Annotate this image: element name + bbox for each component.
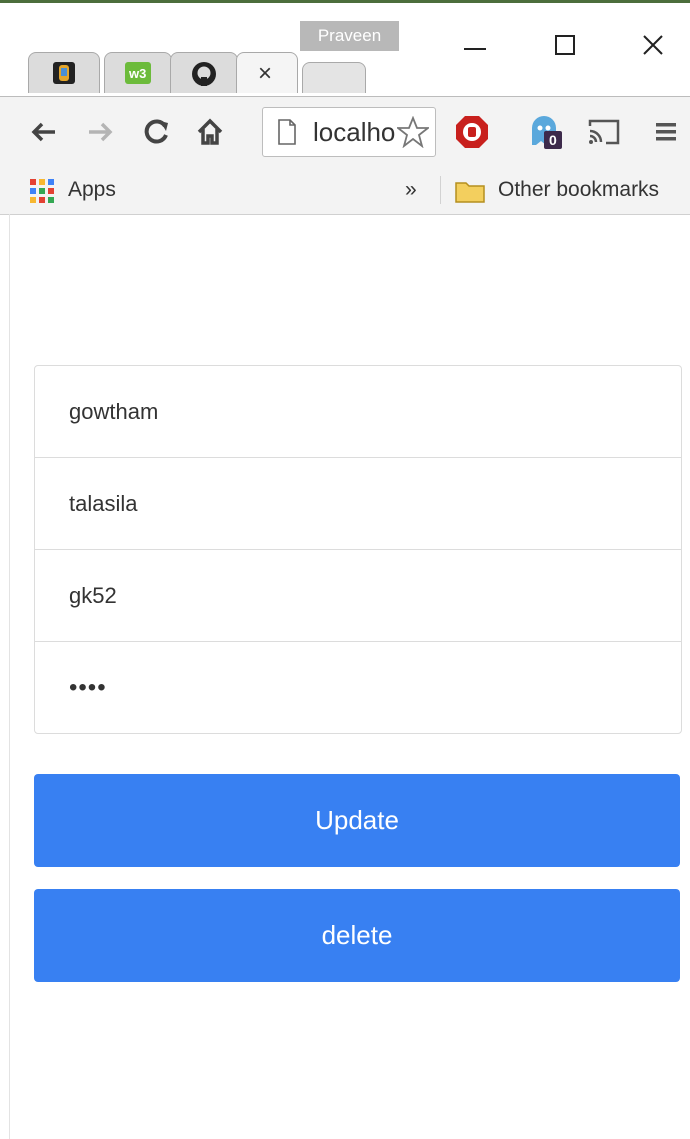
form-row-last-name xyxy=(35,458,681,550)
tab-close-icon[interactable]: × xyxy=(258,60,272,88)
page-icon xyxy=(278,119,296,145)
bookmarks-divider xyxy=(440,176,441,204)
form-row-first-name xyxy=(35,366,681,458)
bookmarks-bar: Apps » Other bookmarks xyxy=(0,166,690,215)
delete-button[interactable]: delete xyxy=(34,889,680,982)
w3schools-favicon-icon: w3 xyxy=(125,62,151,84)
ghostery-count-badge: 0 xyxy=(544,131,562,149)
github-icon xyxy=(192,62,216,86)
first-name-input[interactable] xyxy=(69,366,659,457)
tab-extension[interactable] xyxy=(28,52,100,93)
forward-button[interactable] xyxy=(80,113,120,151)
home-icon xyxy=(197,118,223,145)
back-button[interactable] xyxy=(24,113,64,151)
tab-active[interactable]: × xyxy=(236,52,298,93)
app-favicon-icon xyxy=(53,62,75,84)
form-row-username xyxy=(35,550,681,642)
tab-strip: w3 × xyxy=(0,44,690,96)
url-text[interactable]: localhost xyxy=(313,117,395,148)
tab-w3schools[interactable]: w3 xyxy=(104,52,172,93)
update-button[interactable]: Update xyxy=(34,774,680,867)
password-input[interactable] xyxy=(69,642,659,733)
new-tab-button[interactable] xyxy=(302,62,366,93)
apps-link[interactable]: Apps xyxy=(68,178,116,202)
adblock-stop-icon xyxy=(456,116,488,148)
svg-text:w3: w3 xyxy=(128,66,146,81)
reload-button[interactable] xyxy=(136,113,176,151)
hamburger-menu-icon xyxy=(656,123,676,141)
page-left-border xyxy=(9,214,10,1139)
cast-icon xyxy=(588,119,620,145)
apps-grid-icon xyxy=(30,179,54,203)
folder-icon xyxy=(455,182,485,203)
ghostery-button[interactable]: 0 xyxy=(520,113,568,151)
user-form-fields xyxy=(34,365,682,734)
adblock-button[interactable] xyxy=(452,113,492,151)
address-bar[interactable]: localhost xyxy=(262,107,436,157)
form-row-password xyxy=(35,642,681,733)
bookmarks-overflow-button[interactable]: » xyxy=(405,178,417,202)
forward-arrow-icon xyxy=(89,122,113,142)
menu-button[interactable] xyxy=(646,113,686,151)
bookmark-star-icon[interactable] xyxy=(397,116,429,148)
username-input[interactable] xyxy=(69,550,659,641)
reload-icon xyxy=(144,119,168,144)
browser-toolbar: localhost 0 xyxy=(0,96,690,167)
back-arrow-icon xyxy=(31,122,55,142)
home-button[interactable] xyxy=(190,113,230,151)
other-bookmarks-link[interactable]: Other bookmarks xyxy=(498,178,659,202)
tab-github[interactable] xyxy=(170,52,238,93)
last-name-input[interactable] xyxy=(69,458,659,549)
cast-button[interactable] xyxy=(582,113,626,151)
